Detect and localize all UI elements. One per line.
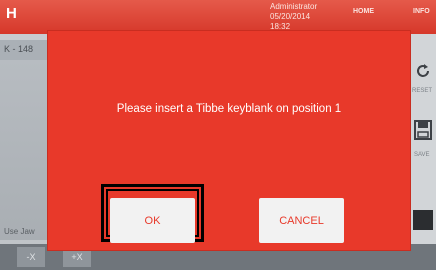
date-display: 05/20/2014	[270, 12, 311, 21]
insert-keyblank-dialog: Please insert a Tibbe keyblank on positi…	[48, 31, 410, 250]
user-name: Administrator	[270, 2, 318, 11]
jaw-label: Use Jaw	[4, 227, 35, 236]
save-label: SAVE	[414, 152, 430, 158]
reset-icon[interactable]	[414, 62, 432, 80]
plus-x-button[interactable]: +X	[63, 247, 91, 267]
left-panel	[0, 60, 52, 240]
cancel-button[interactable]: CANCEL	[259, 198, 344, 243]
top-bar: H Administrator 05/20/2014 18:32 HOME IN…	[0, 0, 436, 34]
user-info: Administrator 05/20/2014 18:32	[270, 2, 317, 32]
info-button[interactable]: INFO	[413, 8, 430, 15]
ok-button[interactable]: OK	[110, 198, 195, 243]
reset-label: RESET	[412, 88, 433, 94]
home-button[interactable]: HOME	[353, 8, 374, 15]
key-code-field[interactable]: K - 148	[0, 40, 52, 60]
minus-x-button[interactable]: -X	[17, 247, 45, 267]
app-logo: H	[6, 5, 17, 22]
dialog-message: Please insert a Tibbe keyblank on positi…	[116, 103, 342, 115]
save-icon[interactable]	[414, 120, 432, 140]
color-swatch[interactable]	[413, 210, 433, 230]
